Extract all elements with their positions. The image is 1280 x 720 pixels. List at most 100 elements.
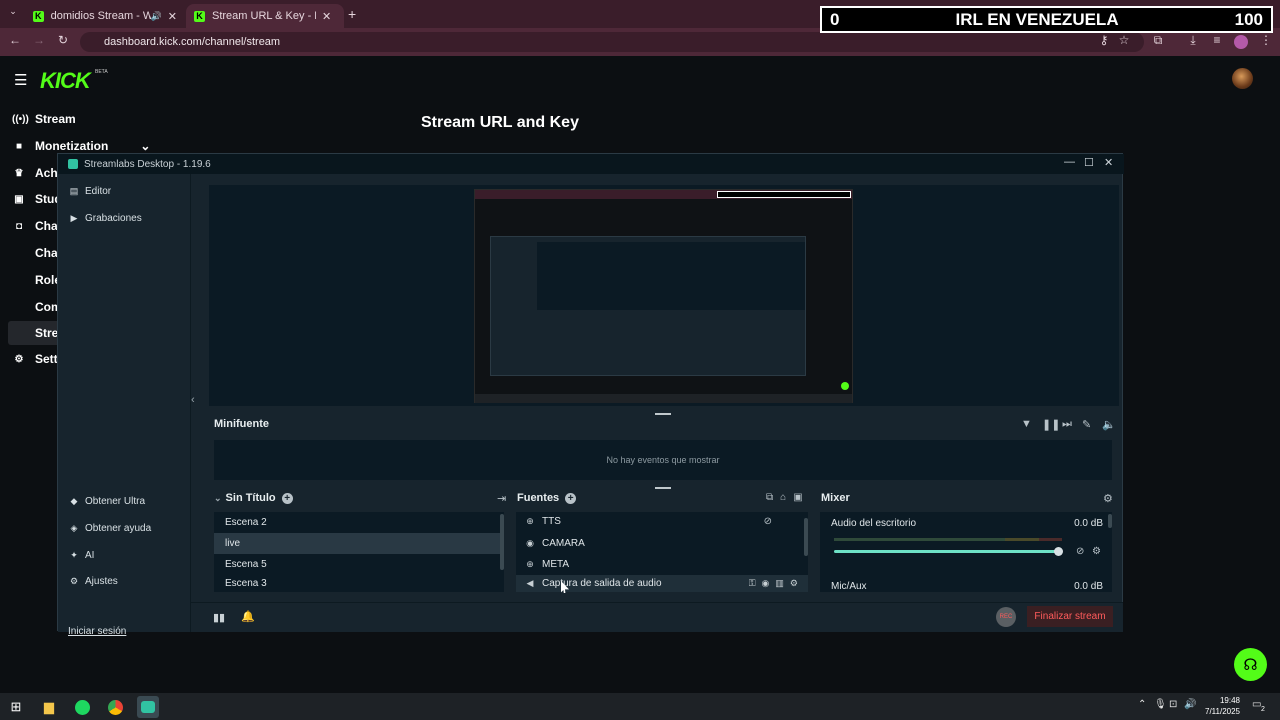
scene-item[interactable]: Escena 5 bbox=[214, 554, 504, 575]
tab-kick-dashboard[interactable]: K Stream URL & Key - Kick Dashb ✕ bbox=[186, 4, 344, 28]
support-chat-button[interactable]: ☊ bbox=[1234, 648, 1267, 681]
nav-stream[interactable]: ((•)) Stream bbox=[12, 109, 76, 129]
streamlabs-taskbar-icon[interactable] bbox=[137, 696, 159, 718]
resize-handle[interactable] bbox=[655, 413, 671, 415]
download-icon[interactable]: ⤓ bbox=[1185, 33, 1201, 48]
windows-start-icon[interactable]: ⊞ bbox=[5, 696, 27, 718]
file-explorer-icon[interactable]: ▆ bbox=[38, 696, 60, 718]
gear-icon[interactable]: ⚙ bbox=[790, 578, 798, 589]
menu-icon[interactable]: ⋮ bbox=[1258, 33, 1274, 47]
sources-scrollbar[interactable] bbox=[804, 518, 808, 556]
volume-slider[interactable] bbox=[834, 550, 1059, 553]
reload-icon[interactable]: ↻ bbox=[55, 33, 71, 47]
minifuente-title: Minifuente bbox=[214, 418, 269, 430]
channel-icon: ◘ bbox=[15, 220, 23, 232]
source-settings-icon[interactable]: ⚙ bbox=[1092, 546, 1101, 557]
microphone-icon[interactable]: 🎙 bbox=[1154, 699, 1167, 710]
star-icon[interactable]: ☆ bbox=[1116, 33, 1132, 47]
play-icon: ▶ bbox=[70, 213, 78, 223]
stats-icon[interactable]: ▮▮ bbox=[213, 611, 225, 624]
folder-lock-icon[interactable]: ⌂ bbox=[780, 492, 786, 503]
volume-icon[interactable]: 🔈 bbox=[1102, 418, 1116, 431]
tray-chevron-icon[interactable]: ⌃ bbox=[1138, 699, 1146, 710]
mixer-source-label: Audio del escritorio bbox=[831, 518, 917, 529]
notifications-bell-icon[interactable]: 🔔 bbox=[241, 610, 255, 623]
scenes-scrollbar[interactable] bbox=[500, 514, 504, 570]
studio-icon: ▣ bbox=[14, 193, 24, 205]
chevron-down-icon[interactable]: ⌄ bbox=[214, 493, 222, 504]
filter-icon[interactable]: ▼ bbox=[1021, 418, 1032, 430]
mute-alerts-icon[interactable]: ✎ bbox=[1082, 418, 1091, 431]
back-icon[interactable]: ← bbox=[7, 33, 23, 47]
source-item[interactable]: ⊕ META bbox=[516, 554, 808, 575]
sidebar-item-settings[interactable]: ⚙ Ajustes bbox=[68, 576, 118, 587]
globe-icon: ⊕ bbox=[526, 516, 534, 526]
eye-icon[interactable]: ◉ bbox=[762, 578, 770, 589]
volume-slider-thumb[interactable] bbox=[1054, 547, 1063, 556]
streamlabs-logo-icon bbox=[68, 159, 78, 169]
close-tab-icon[interactable]: ✕ bbox=[168, 10, 177, 23]
sidebar-item-ultra[interactable]: ◆ Obtener Ultra bbox=[68, 496, 146, 507]
login-link[interactable]: Iniciar sesión bbox=[68, 626, 126, 637]
scene-item[interactable]: Escena 2 bbox=[214, 512, 504, 533]
collapse-sidebar-icon[interactable]: ‹ bbox=[191, 394, 205, 406]
end-stream-button[interactable]: Finalizar stream bbox=[1027, 606, 1113, 627]
folder-icon[interactable]: ▣ bbox=[793, 492, 802, 503]
sound-icon[interactable]: 🔊 bbox=[1184, 699, 1196, 710]
preview-screen-capture bbox=[474, 189, 853, 403]
minimize-icon[interactable]: — bbox=[1064, 156, 1075, 168]
speaker-icon: 🔊 bbox=[150, 10, 162, 21]
reading-list-icon[interactable]: ≡ bbox=[1209, 33, 1225, 47]
nav-studio[interactable]: ▣ Stud bbox=[12, 189, 61, 209]
group-icon[interactable]: ⧉ bbox=[766, 492, 773, 503]
user-avatar[interactable] bbox=[1232, 68, 1253, 89]
visibility-off-icon[interactable]: ⊘ bbox=[764, 516, 772, 527]
scene-item[interactable]: Escena 3 bbox=[214, 575, 504, 592]
source-item[interactable]: ⊕ TTS ⊘ bbox=[516, 511, 808, 532]
sidebar-item-ai[interactable]: ✦ AI bbox=[68, 550, 94, 561]
extensions-icon[interactable]: ⧉ bbox=[1150, 33, 1166, 48]
chrome-icon[interactable] bbox=[104, 696, 126, 718]
tab-search-button[interactable]: ⌄ bbox=[6, 6, 20, 20]
close-tab-icon[interactable]: ✕ bbox=[322, 10, 331, 23]
sidebar-item-editor[interactable]: ▤ Editor bbox=[68, 186, 111, 197]
nav-settings[interactable]: ⚙ Setti bbox=[12, 349, 62, 369]
forward-icon[interactable]: → bbox=[31, 33, 47, 47]
skip-icon[interactable]: ⏭ bbox=[1062, 418, 1072, 431]
pause-icon[interactable]: ❚❚ bbox=[1042, 418, 1060, 431]
lock-icon[interactable]: ⚿ bbox=[749, 578, 756, 589]
add-source-icon[interactable]: + bbox=[565, 492, 577, 504]
sidebar-item-recordings[interactable]: ▶ Grabaciones bbox=[68, 213, 142, 224]
kick-logo[interactable]: KICK bbox=[40, 68, 91, 94]
maximize-icon[interactable]: ☐ bbox=[1084, 156, 1094, 169]
speaker-icon: ◀ bbox=[526, 578, 534, 588]
address-bar[interactable]: dashboard.kick.com/channel/stream bbox=[80, 32, 1144, 52]
profile-avatar[interactable] bbox=[1234, 35, 1248, 49]
preview-inner-preview bbox=[537, 242, 805, 310]
preview-overlay-mini bbox=[717, 191, 851, 198]
new-tab-button[interactable]: + bbox=[348, 6, 356, 22]
resize-handle[interactable] bbox=[655, 487, 671, 489]
trash-icon[interactable]: ▥ bbox=[775, 578, 784, 589]
network-icon[interactable]: ⊡ bbox=[1169, 699, 1177, 710]
taskbar-clock[interactable]: 19:48 7/11/2025 bbox=[1196, 695, 1240, 717]
sparkle-icon: ✦ bbox=[70, 550, 78, 560]
nav-achievements[interactable]: ♛ Achi bbox=[12, 163, 62, 183]
streamlabs-bottom-bar: ▮▮ 🔔 bbox=[191, 602, 1123, 632]
hamburger-menu-icon[interactable]: ☰ bbox=[14, 71, 27, 89]
mixer-scrollbar[interactable] bbox=[1108, 514, 1112, 528]
close-icon[interactable]: ✕ bbox=[1104, 156, 1113, 169]
scene-transition-icon[interactable]: ⇥ bbox=[497, 492, 506, 505]
tab-kick-stream[interactable]: K domidios Stream - Watch Liv 🔊 ✕ bbox=[25, 4, 185, 28]
mixer-settings-icon[interactable]: ⚙ bbox=[1103, 492, 1113, 505]
source-item-hovered[interactable]: ◀ Captura de salida de audio ⚿ ◉ ▥ ⚙ bbox=[516, 575, 808, 592]
key-icon[interactable]: ⚷ bbox=[1096, 33, 1112, 47]
source-item[interactable]: ◉ CAMARA bbox=[516, 533, 808, 554]
spotify-icon[interactable] bbox=[71, 696, 93, 718]
add-scene-icon[interactable]: + bbox=[281, 492, 293, 504]
record-button[interactable]: REC bbox=[996, 607, 1016, 627]
sidebar-item-help[interactable]: ◈ Obtener ayuda bbox=[68, 523, 152, 534]
mute-icon[interactable]: ⊘ bbox=[1076, 546, 1084, 557]
scene-item-selected[interactable]: live bbox=[214, 533, 504, 554]
subnav-stream[interactable]: Stre bbox=[35, 326, 58, 340]
